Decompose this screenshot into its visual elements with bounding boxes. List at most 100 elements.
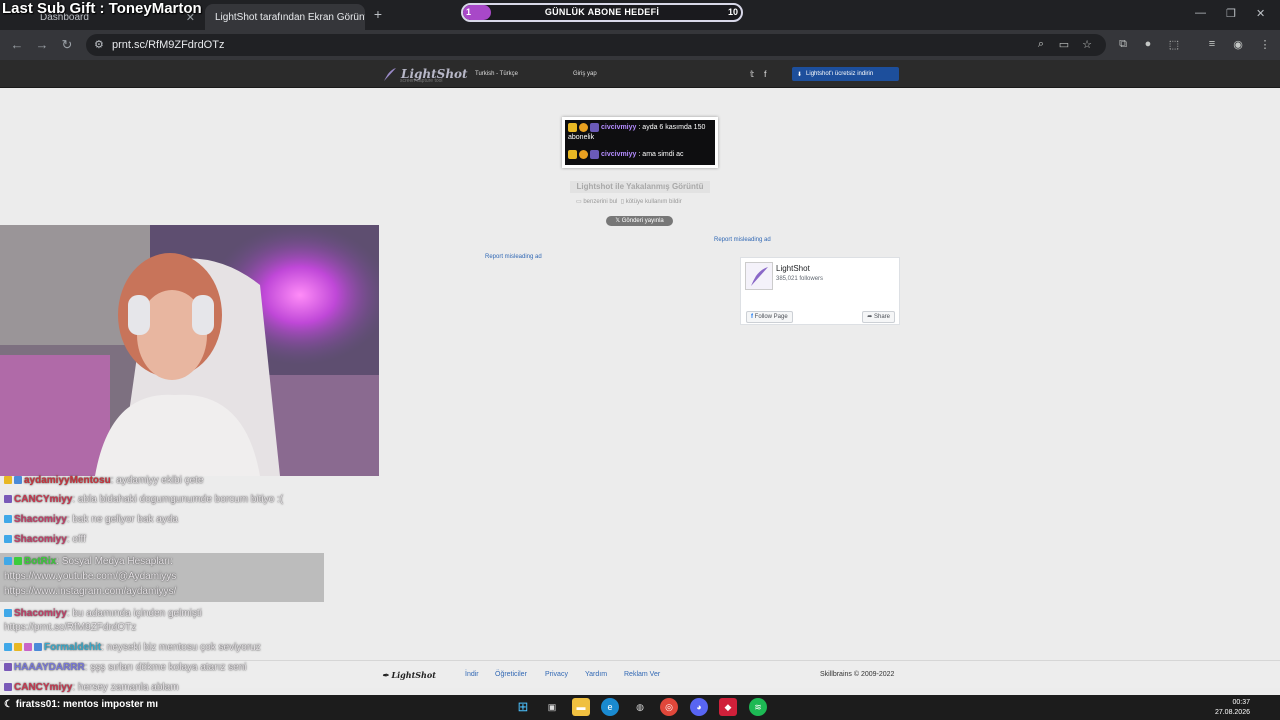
moon-badge-icon	[4, 663, 12, 671]
chat-username: aydamiyyMentosu	[24, 475, 111, 486]
sub-badge-icon	[24, 643, 32, 651]
coin-badge-icon	[579, 123, 588, 132]
sub-goal-bar: 1 GÜNLÜK ABONE HEDEFİ 10	[461, 3, 743, 22]
chat-username: HAAAYDARRR	[14, 662, 85, 673]
footer-link-help[interactable]: Yardım	[585, 671, 607, 678]
screenshot-chat-line-cont: abonelik	[568, 134, 594, 141]
login-link[interactable]: Giriş yap	[573, 71, 597, 77]
chat-username: civcivmiyy	[601, 124, 637, 131]
footer-logo[interactable]: ✒ LightShot	[382, 670, 436, 680]
download-label: Lightshot'ı ücretsiz indirin	[806, 71, 874, 77]
report-ad-link[interactable]: Report misleading ad	[714, 237, 771, 243]
share-icon: ➦	[867, 314, 873, 320]
share-label: Share	[873, 314, 890, 320]
file-explorer-icon[interactable]: ▬	[572, 698, 590, 716]
fb-page-name[interactable]: LightShot	[776, 264, 810, 273]
screenshot-caption: Lightshot ile Yakalanmış Görüntü	[570, 181, 710, 193]
follow-label: Follow Page	[754, 314, 788, 320]
extension-icon[interactable]: ●	[1141, 38, 1155, 50]
tweet-label: Gönderi yayınla	[621, 218, 664, 224]
restore-icon[interactable]: ❐	[1226, 7, 1236, 20]
chrome-icon[interactable]: ◎	[660, 698, 678, 716]
reload-icon[interactable]: ↻	[59, 37, 75, 53]
footer-link-download[interactable]: İndir	[465, 671, 479, 678]
chat-text: : ayda 6 kasımda 150	[638, 124, 706, 131]
chat-link[interactable]: https://prnt.sc/RfM9ZFdrdOTz	[4, 622, 136, 633]
facebook-icon[interactable]: f	[764, 69, 767, 79]
menu-kebab-icon[interactable]: ⋮	[1258, 38, 1272, 51]
screenshot-chat-line: civcivmiyy: ama simdi ac	[568, 150, 684, 159]
gem-badge-icon	[14, 476, 22, 484]
footer-link-tutorials[interactable]: Öğreticiler	[495, 671, 527, 678]
webcam-feed	[0, 225, 379, 476]
chat-text: : Sosyal Medya Hesapları:	[56, 556, 173, 567]
new-tab-icon[interactable]: +	[370, 6, 386, 22]
chat-link[interactable]: https://www.youtube.com/@Aydamiyys	[4, 571, 176, 582]
chat-message: HAAAYDARRR: şşş sırları dökme kolaya ata…	[4, 662, 246, 673]
media-icon[interactable]: ≡	[1205, 38, 1219, 50]
discord-icon[interactable]: ◕	[690, 698, 708, 716]
sword-badge-icon	[590, 123, 599, 132]
profile-avatar-icon[interactable]: ◉	[1231, 38, 1245, 51]
task-view-icon[interactable]: ▣	[543, 698, 561, 716]
webcam-image	[0, 225, 379, 476]
lightshot-page-avatar[interactable]	[745, 262, 773, 290]
sword-badge-icon	[4, 515, 12, 523]
chat-text: : şşş sırları dökme kolaya atarız seni	[84, 662, 247, 673]
stream-chat-overlay: aydamiyyMentosu: aydamiyy ekibi çete CAN…	[0, 475, 330, 694]
twitter-icon[interactable]: 𝕥	[750, 69, 754, 80]
captured-screenshot[interactable]: civcivmiyy: ayda 6 kasımda 150 abonelik …	[562, 117, 718, 168]
follow-page-button[interactable]: f Follow Page	[746, 311, 793, 323]
tab-lightshot[interactable]: LightShot tarafından Ekran Görünt ✕	[205, 4, 365, 30]
footer-link-advertise[interactable]: Reklam Ver	[624, 671, 660, 678]
sword-badge-icon	[4, 557, 12, 565]
app-icon[interactable]: ◆	[719, 698, 737, 716]
chat-text: : aydamiyy ekibi çete	[110, 475, 204, 486]
report-ad-link[interactable]: Report misleading ad	[485, 254, 542, 260]
bookmark-star-icon[interactable]: ☆	[1080, 38, 1094, 51]
chat-message: Shacomiyy: bu adamında içinden gelmişti	[4, 608, 202, 619]
report-abuse-link[interactable]: ▯ kötüye kullanım bildir	[621, 199, 682, 205]
lightshot-header	[0, 60, 1280, 88]
facebook-icon: f	[751, 314, 753, 320]
address-bar[interactable]: ⚙ prnt.sc/RfM9ZFdrdOTz	[86, 34, 1106, 56]
chat-message: aydamiyyMentosu: aydamiyy ekibi çete	[4, 475, 204, 486]
feather-icon	[751, 267, 768, 286]
site-info-icon[interactable]: ⚙	[94, 38, 104, 51]
browser-toolbar: ← → ↻ ⚙ prnt.sc/RfM9ZFdrdOTz ⌕ ▭ ☆ ⧉ ● ⬚…	[0, 30, 1280, 60]
chat-text: abonelik	[568, 134, 595, 141]
sword-badge-icon	[4, 643, 12, 651]
chat-link[interactable]: https://www.instagram.com/aydamiyys/	[4, 586, 176, 597]
sword-badge-icon	[4, 609, 12, 617]
chat-message: CANCYmiyy: abla bidahaki dogumgunumde bo…	[4, 494, 283, 505]
start-menu-icon[interactable]: ⊞	[514, 698, 532, 716]
cast-icon[interactable]: ▭	[1057, 38, 1071, 51]
footer-link-privacy[interactable]: Privacy	[545, 671, 568, 678]
download-button[interactable]: ⬇ Lightshot'ı ücretsiz indirin	[792, 67, 899, 81]
close-window-icon[interactable]: ✕	[1256, 7, 1265, 20]
puzzle-icon[interactable]: ⬚	[1167, 38, 1181, 51]
tweet-button[interactable]: 𝕏 Gönderi yayınla	[606, 216, 673, 226]
system-clock[interactable]: 00:37 27.08.2026	[1215, 698, 1250, 718]
find-similar-link[interactable]: ▭ benzerini bul	[576, 199, 617, 205]
zoom-icon[interactable]: ⌕	[1034, 38, 1048, 51]
screenshot-actions: ▭ benzerini bul ▯ kötüye kullanım bildir	[576, 198, 682, 205]
obs-icon[interactable]: ◍	[631, 698, 649, 716]
spotify-icon[interactable]: ≋	[749, 698, 767, 716]
windows-taskbar: ☾ firatss01: mentos imposter mı ⊞ ▣ ▬ e …	[0, 695, 1280, 720]
edge-icon[interactable]: e	[601, 698, 619, 716]
screenshot-chat-line: civcivmiyy: ayda 6 kasımda 150	[568, 123, 705, 132]
tab-label: LightShot tarafından Ekran Görünt	[215, 11, 365, 23]
language-select[interactable]: Turkish - Türkçe	[475, 71, 518, 77]
chat-message: BotRix: Sosyal Medya Hesapları:	[4, 556, 173, 567]
forward-icon[interactable]: →	[34, 37, 50, 52]
chat-text: : bu adamında içinden gelmişti	[66, 608, 202, 619]
share-button[interactable]: ➦ Share	[862, 311, 895, 323]
translate-icon[interactable]: ⧉	[1116, 38, 1130, 51]
chat-username: CANCYmiyy	[14, 494, 73, 505]
minimize-icon[interactable]: —	[1195, 7, 1206, 19]
back-icon[interactable]: ←	[9, 37, 25, 52]
chat-text: : ama simdi ac	[638, 151, 684, 158]
crown-badge-icon	[4, 476, 12, 484]
chat-message: CANCYmiyy: hersey zamanla ablam	[4, 682, 179, 693]
